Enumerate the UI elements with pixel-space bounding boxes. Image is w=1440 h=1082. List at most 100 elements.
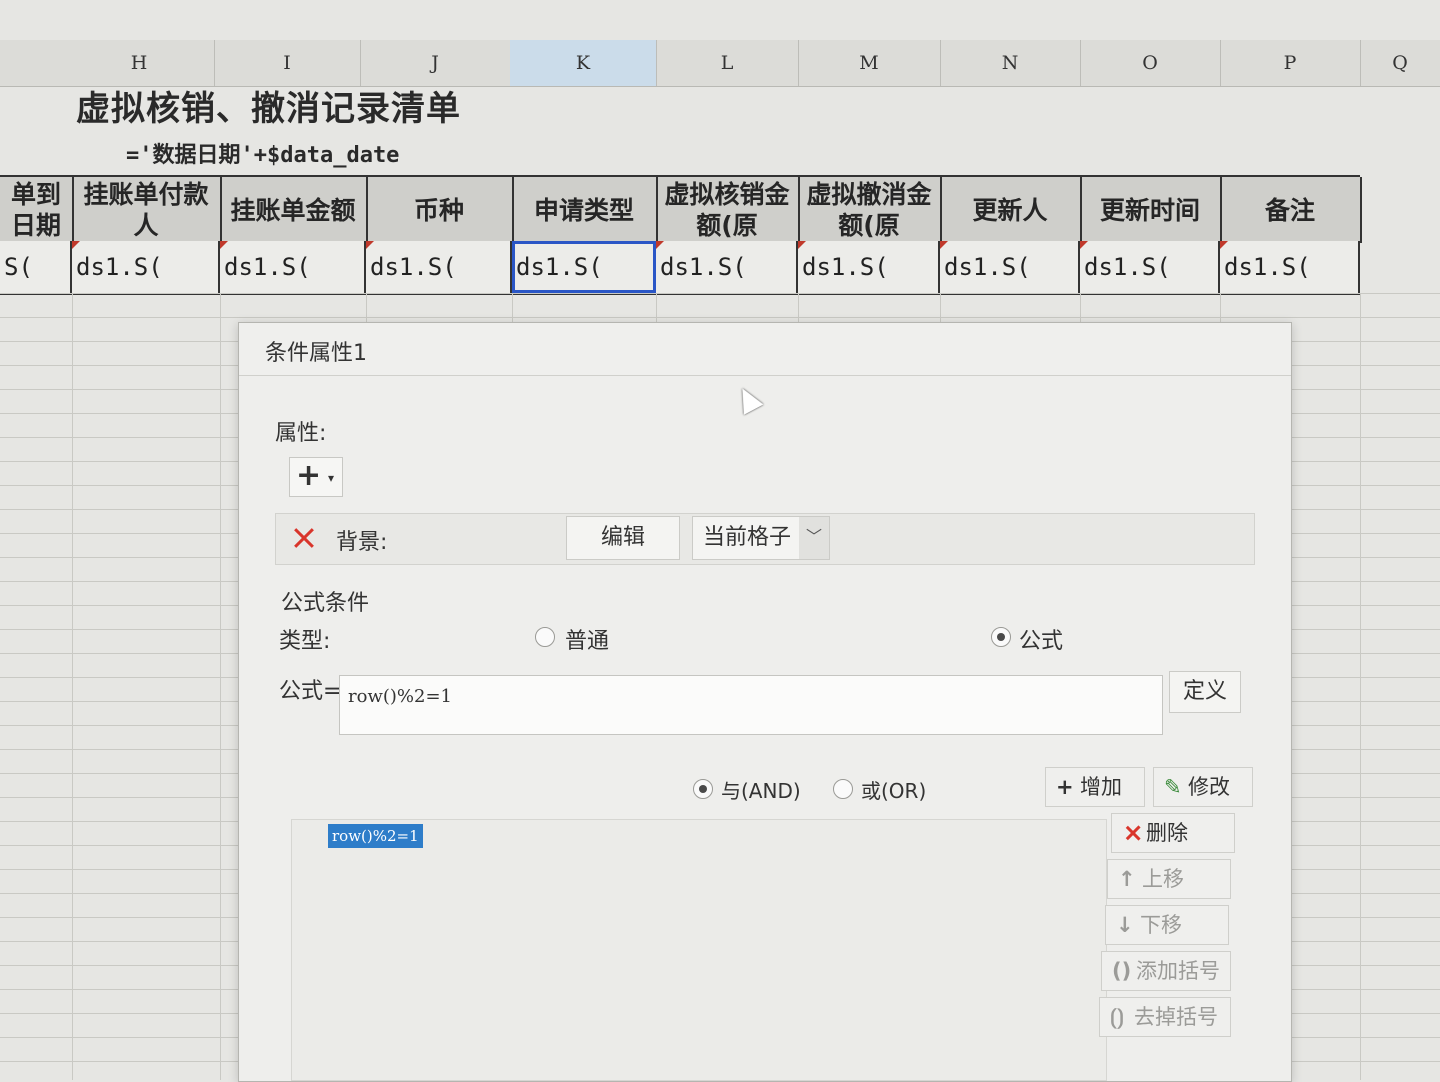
column-header-j[interactable]: J <box>360 40 511 86</box>
report-title[interactable]: 虚拟核销、撤消记录清单 <box>76 86 461 132</box>
type-formula-radio[interactable] <box>991 627 1011 647</box>
data-cell[interactable]: ds1.S( <box>1080 241 1220 293</box>
data-cell[interactable]: ds1.S( <box>940 241 1080 293</box>
background-attribute-row: 背景: 编辑 当前格子 ﹀ <box>275 513 1255 565</box>
remove-parentheses-label: 去掉括号 <box>1134 1005 1218 1029</box>
comment-marker-icon <box>798 241 806 249</box>
data-cell[interactable]: ds1.S( <box>1220 241 1360 293</box>
header-cell[interactable]: 虚拟撤消金额(原 <box>798 177 942 243</box>
comment-marker-icon <box>940 241 948 249</box>
cell-text: ds1.S( <box>802 253 889 281</box>
logic-or-label[interactable]: 或(OR) <box>861 775 926 804</box>
move-down-button[interactable]: ↓ 下移 <box>1105 905 1229 945</box>
column-header-o[interactable]: O <box>1080 40 1221 86</box>
add-attribute-button[interactable]: + ▾ <box>289 457 343 497</box>
logic-or-radio[interactable] <box>833 779 853 799</box>
data-cell[interactable]: S( <box>0 241 72 293</box>
attributes-label: 属性: <box>275 421 327 446</box>
table-header-row: 单到日期 挂账单付款人 挂账单金额 币种 申请类型 虚拟核销金额(原 虚拟撤消金… <box>0 175 1362 245</box>
move-down-label: 下移 <box>1140 913 1182 937</box>
column-header-n[interactable]: N <box>940 40 1081 86</box>
logic-and-label[interactable]: 与(AND) <box>721 775 801 804</box>
plus-icon: + <box>1056 775 1074 799</box>
formula-input[interactable]: row()%2=1 <box>339 675 1163 735</box>
header-cell[interactable]: 挂账单金额 <box>220 177 368 243</box>
move-up-button[interactable]: ↑ 上移 <box>1107 859 1231 899</box>
type-normal-label[interactable]: 普通 <box>565 623 609 655</box>
modify-condition-label: 修改 <box>1188 775 1230 799</box>
data-cell[interactable]: ds1.S( <box>798 241 940 293</box>
type-normal-radio[interactable] <box>535 627 555 647</box>
move-up-label: 上移 <box>1142 867 1184 891</box>
report-subtitle-formula[interactable]: ='数据日期'+$data_date <box>126 140 399 172</box>
chevron-down-icon[interactable]: ﹀ <box>799 517 829 559</box>
comment-marker-icon <box>1080 241 1088 249</box>
header-cell[interactable]: 更新人 <box>940 177 1082 243</box>
cell-text: ds1.S( <box>516 253 603 281</box>
header-cell[interactable]: 虚拟核销金额(原 <box>656 177 800 243</box>
add-parentheses-label: 添加括号 <box>1136 959 1220 983</box>
remove-parentheses-icon: ⟮⟯ <box>1110 1005 1124 1029</box>
remove-parentheses-button[interactable]: ⟮⟯ 去掉括号 <box>1099 997 1231 1037</box>
cell-text: ds1.S( <box>224 253 311 281</box>
column-header-l[interactable]: L <box>656 40 799 86</box>
cell-text: ds1.S( <box>660 253 747 281</box>
data-cell[interactable]: ds1.S( <box>72 241 220 293</box>
grid-column-line <box>220 293 221 1080</box>
column-header-h[interactable]: H <box>64 40 215 86</box>
grid-row-line <box>0 317 1440 318</box>
arrow-down-icon: ↓ <box>1116 913 1134 937</box>
grid-column-line <box>1360 293 1361 1080</box>
parentheses-icon: () <box>1112 959 1132 983</box>
header-cell[interactable]: 单到日期 <box>0 177 74 243</box>
define-formula-button[interactable]: 定义 <box>1169 671 1241 713</box>
add-condition-label: 增加 <box>1080 775 1122 799</box>
header-cell[interactable]: 备注 <box>1220 177 1362 243</box>
dialog-titlebar[interactable]: 条件属性1 <box>239 323 1291 376</box>
logic-and-radio[interactable] <box>693 779 713 799</box>
comment-marker-icon <box>366 241 374 249</box>
comment-marker-icon <box>220 241 228 249</box>
add-condition-button[interactable]: + 增加 <box>1045 767 1145 807</box>
comment-marker-icon <box>656 241 664 249</box>
modify-condition-button[interactable]: ✎ 修改 <box>1153 767 1253 807</box>
selected-data-cell[interactable]: ds1.S( <box>512 241 656 293</box>
cell-text: ds1.S( <box>1084 253 1171 281</box>
formula-input-value: row()%2=1 <box>348 686 452 707</box>
data-cell[interactable]: ds1.S( <box>220 241 366 293</box>
type-label: 类型: <box>279 629 331 654</box>
comment-marker-icon <box>72 241 80 249</box>
header-cell[interactable]: 更新时间 <box>1080 177 1222 243</box>
header-cell[interactable]: 挂账单付款人 <box>72 177 222 243</box>
data-cell[interactable]: ds1.S( <box>366 241 512 293</box>
grid-column-line <box>72 293 73 1080</box>
header-cell[interactable]: 币种 <box>366 177 514 243</box>
header-cell[interactable]: 申请类型 <box>512 177 658 243</box>
scope-select-value: 当前格子 <box>703 525 792 550</box>
formula-label: 公式= <box>279 679 342 704</box>
column-header-p[interactable]: P <box>1220 40 1361 86</box>
column-header-k[interactable]: K <box>510 40 657 86</box>
column-header-m[interactable]: M <box>798 40 941 86</box>
plus-icon: + <box>296 458 322 493</box>
data-cell[interactable]: ds1.S( <box>656 241 798 293</box>
dialog-title: 条件属性1 <box>265 341 367 366</box>
list-item[interactable]: row()%2=1 <box>328 824 423 848</box>
background-label: 背景: <box>336 530 388 555</box>
add-parentheses-button[interactable]: () 添加括号 <box>1101 951 1231 991</box>
condition-list[interactable]: row()%2=1 <box>291 819 1107 1081</box>
scope-select[interactable]: 当前格子 ﹀ <box>692 516 830 560</box>
formula-condition-section-label: 公式条件 <box>281 591 370 616</box>
cell-text: ds1.S( <box>76 253 163 281</box>
grid-row-line <box>0 293 1440 294</box>
type-formula-label[interactable]: 公式 <box>1019 623 1063 655</box>
cell-text: ds1.S( <box>370 253 457 281</box>
condition-attribute-dialog: 条件属性1 属性: + ▾ 背景: 编辑 当前格子 ﹀ 公式条件 类型: 普通 … <box>238 322 1292 1082</box>
delete-condition-button[interactable]: 删除 <box>1111 813 1235 853</box>
modify-icon: ✎ <box>1164 775 1182 799</box>
remove-attribute-icon[interactable] <box>294 528 314 548</box>
column-header-i[interactable]: I <box>214 40 361 86</box>
column-header-q[interactable]: Q <box>1360 40 1440 86</box>
column-header-bar: H I J K L M N O P Q <box>0 40 1440 87</box>
edit-background-button[interactable]: 编辑 <box>566 516 680 560</box>
